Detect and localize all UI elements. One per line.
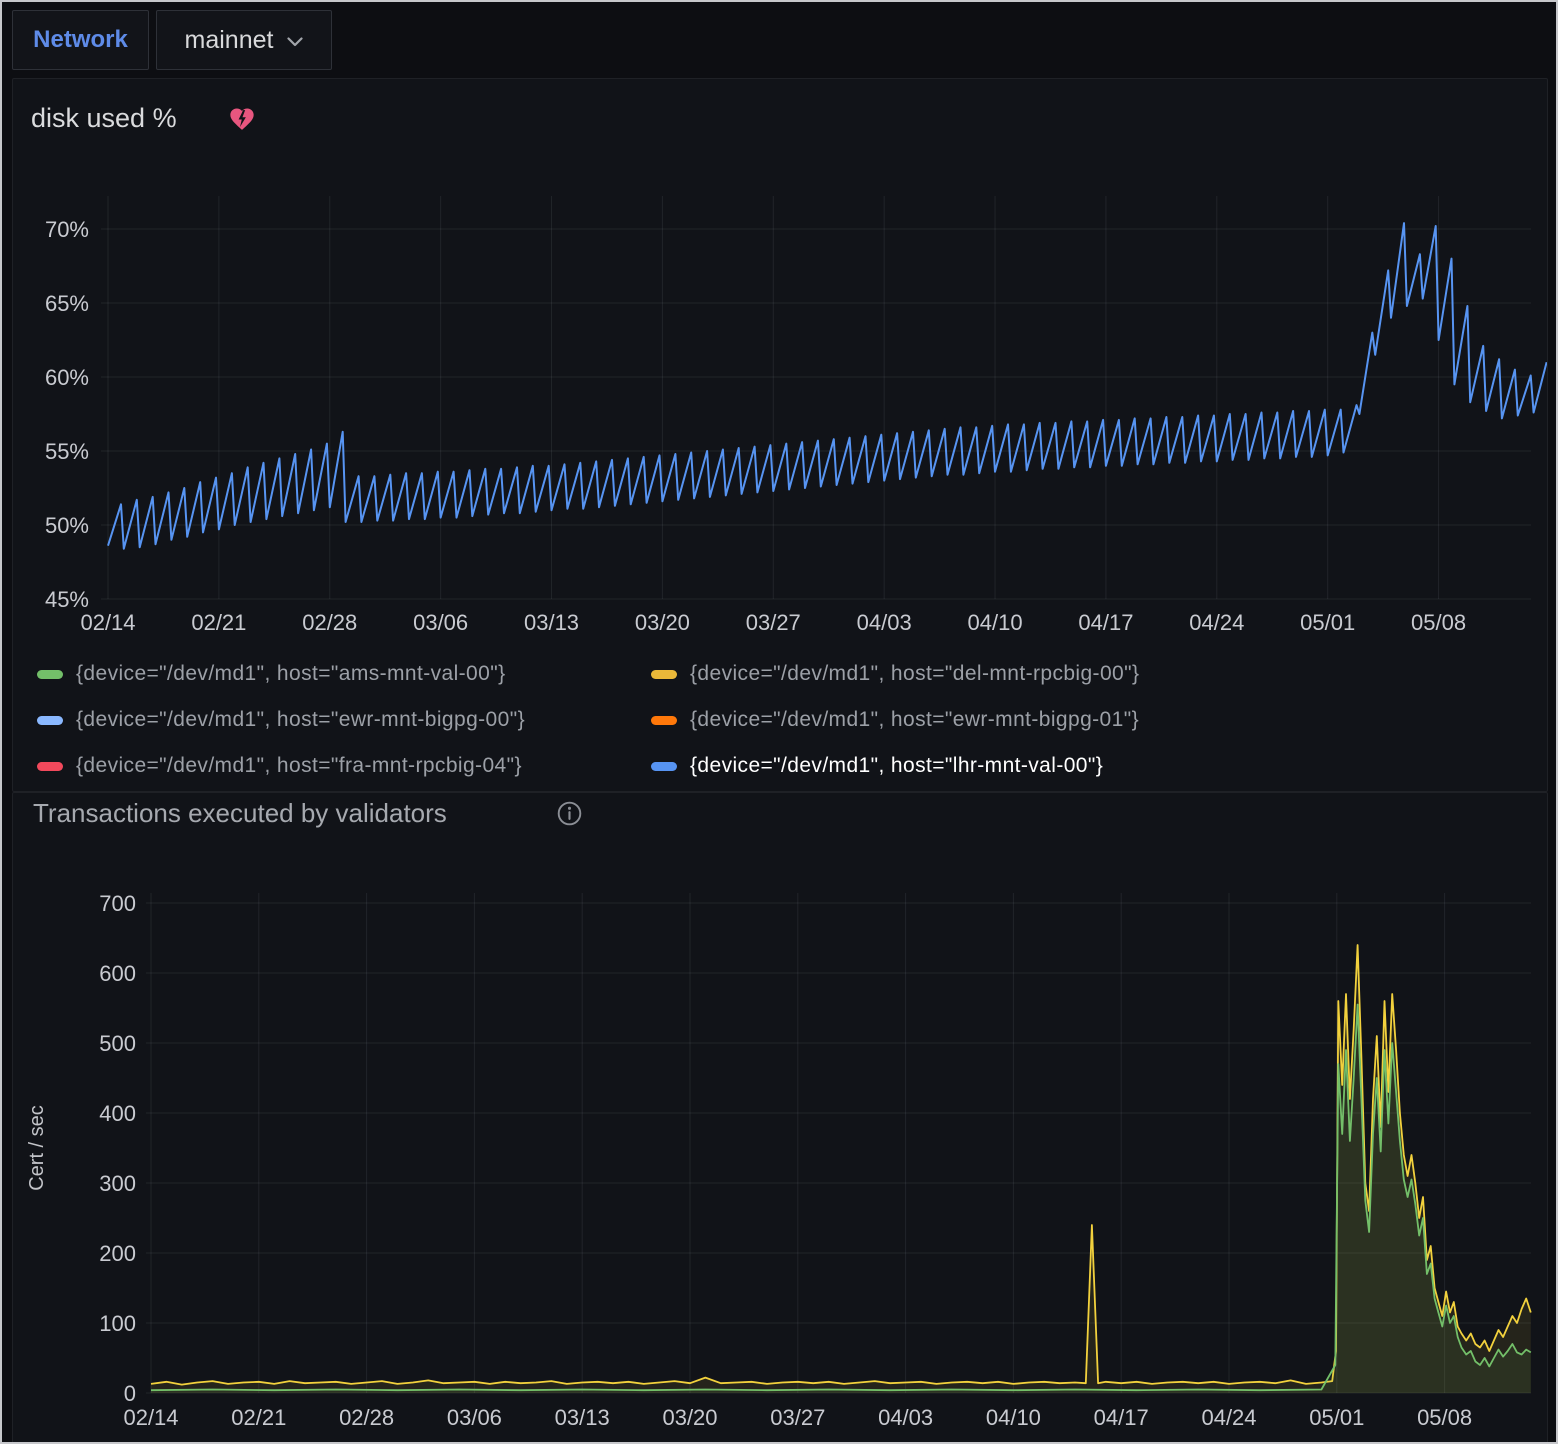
x-tick-label: 04/17 [1078,610,1133,635]
legend-series-swatch [651,670,677,679]
x-tick-label: 02/28 [339,1405,394,1430]
x-tick-label: 05/08 [1417,1405,1472,1430]
legend-item[interactable]: {device="/dev/md1", host="lhr-mnt-val-00… [651,751,1239,781]
x-tick-label: 04/03 [857,610,912,635]
x-tick-label: 03/20 [635,610,690,635]
panel-disk-used: disk used % 45%50%55%60%65%70%02/1402/21… [12,78,1548,792]
panel-transactions: Transactions executed by validators 0100… [12,792,1548,1444]
validator-certs-green-area [151,1005,1531,1394]
legend-series-swatch [37,762,63,771]
validator-certs-yellow-area [151,945,1531,1393]
x-tick-label: 03/13 [524,610,579,635]
legend-series-label: {device="/dev/md1", host="ewr-mnt-bigpg-… [690,708,1139,732]
y-tick-label: 100 [99,1311,136,1336]
network-label: Network [33,26,128,54]
y-tick-label: 200 [99,1241,136,1266]
disk-used-legend: {device="/dev/md1", host="ams-mnt-val-00… [37,659,1527,797]
x-tick-label: 04/17 [1094,1405,1149,1430]
x-tick-label: 03/20 [662,1405,717,1430]
legend-series-label: {device="/dev/md1", host="lhr-mnt-val-00… [690,754,1103,778]
y-axis-title: Cert / sec [26,1105,48,1191]
legend-item[interactable]: {device="/dev/md1", host="del-mnt-rpcbig… [651,659,1239,689]
x-tick-label: 05/01 [1309,1405,1364,1430]
legend-series-label: {device="/dev/md1", host="ewr-mnt-bigpg-… [76,708,525,732]
x-tick-label: 03/27 [746,610,801,635]
network-variable-dropdown[interactable]: mainnet [156,10,332,70]
x-tick-label: 02/14 [123,1405,178,1430]
legend-series-label: {device="/dev/md1", host="ams-mnt-val-00… [76,662,505,686]
x-tick-label: 02/21 [231,1405,286,1430]
legend-series-label: {device="/dev/md1", host="fra-mnt-rpcbig… [76,754,522,778]
x-tick-label: 04/24 [1201,1405,1256,1430]
validator-certs-yellow-line [151,945,1531,1385]
x-tick-label: 05/01 [1300,610,1355,635]
legend-item[interactable]: {device="/dev/md1", host="ewr-mnt-bigpg-… [651,705,1239,735]
network-variable-label: Network [12,10,149,70]
transactions-time-series-canvas[interactable]: 0 100 200 300 400 500 600 700 02/14 02/21 02/28 03/… [13,793,1547,1444]
y-tick-label: 50% [45,513,89,538]
x-tick-label: 03/06 [413,610,468,635]
y-tick-label: 500 [99,1031,136,1056]
x-tick-label: 03/27 [770,1405,825,1430]
x-tick-label: 03/13 [555,1405,610,1430]
legend-series-swatch [37,716,63,725]
disk-used-series-line [108,223,1547,549]
x-tick-label: 02/21 [191,610,246,635]
x-tick-label: 04/24 [1189,610,1244,635]
y-tick-label: 300 [99,1171,136,1196]
x-tick-label: 02/14 [80,610,135,635]
grafana-dashboard: Network mainnet disk used % 45%50%55%60%… [0,0,1558,1444]
legend-item[interactable]: {device="/dev/md1", host="ewr-mnt-bigpg-… [37,705,625,735]
chevron-down-icon [287,37,303,47]
legend-series-swatch [37,670,63,679]
y-tick-label: 0 [124,1381,136,1406]
y-tick-label: 400 [99,1101,136,1126]
x-tick-label: 04/03 [878,1405,933,1430]
legend-item[interactable]: {device="/dev/md1", host="ams-mnt-val-00… [37,659,625,689]
x-tick-label: 05/08 [1411,610,1466,635]
legend-series-swatch [651,716,677,725]
x-tick-label: 03/06 [447,1405,502,1430]
y-tick-label: 65% [45,291,89,316]
y-tick-label: 700 [99,891,136,916]
validator-certs-green-line [151,1005,1531,1391]
x-tick-label: 04/10 [968,610,1023,635]
y-tick-label: 70% [45,217,89,242]
network-variable-value: mainnet [185,26,274,55]
legend-series-label: {device="/dev/md1", host="del-mnt-rpcbig… [690,662,1139,686]
y-tick-label: 600 [99,961,136,986]
legend-item[interactable]: {device="/dev/md1", host="fra-mnt-rpcbig… [37,751,625,781]
y-tick-label: 55% [45,439,89,464]
legend-series-swatch [651,762,677,771]
x-tick-label: 04/10 [986,1405,1041,1430]
x-tick-label: 02/28 [302,610,357,635]
y-tick-label: 45% [45,587,89,612]
y-tick-label: 60% [45,365,89,390]
